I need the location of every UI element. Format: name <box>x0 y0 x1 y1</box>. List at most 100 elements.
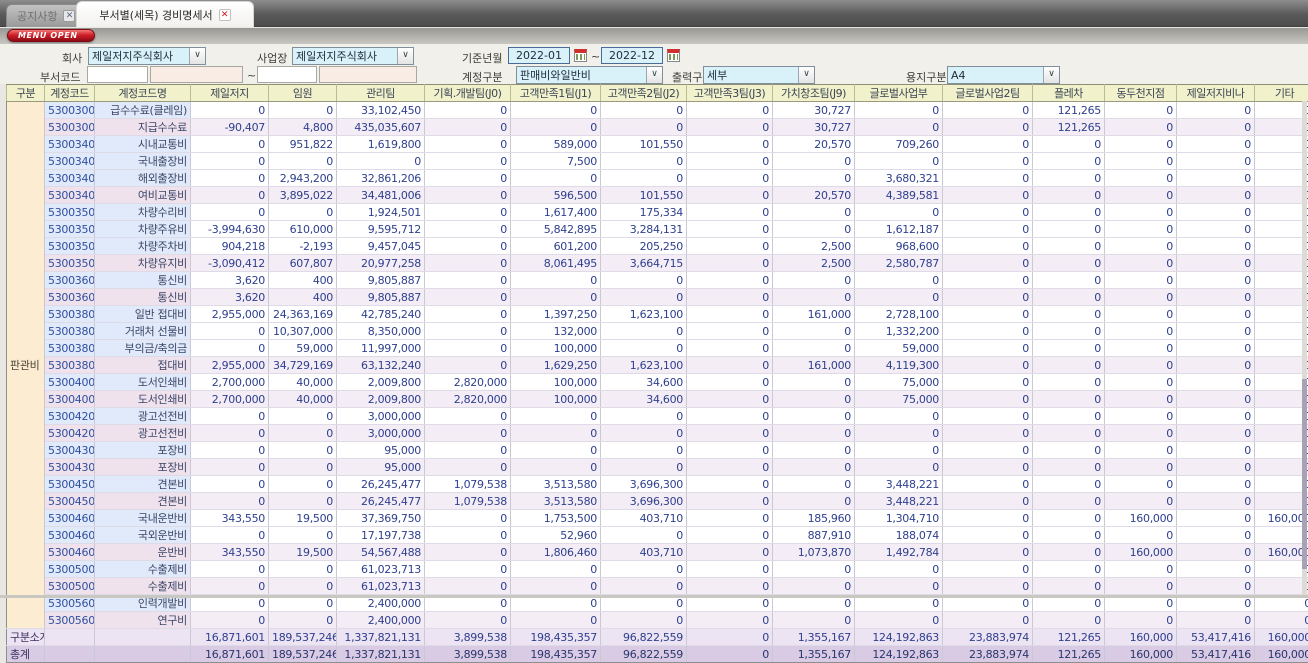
account-code-cell: 53004602 <box>45 527 95 544</box>
amount-cell: 0 <box>943 510 1033 527</box>
subtotal-row[interactable]: 구분소계16,871,601189,537,2461,337,821,1313,… <box>7 629 1308 646</box>
amount-cell: 403,710 <box>601 544 687 561</box>
chevron-down-icon: ∨ <box>397 48 413 64</box>
column-header[interactable]: 기타 <box>1255 85 1308 102</box>
amount-cell: 1,337,821,131 <box>337 646 425 663</box>
amount-cell: 0 <box>191 340 269 357</box>
amount-cell: 7,500 <box>511 153 601 170</box>
table-row[interactable]: 53003803부의금/축의금059,00011,997,0000100,000… <box>7 340 1308 357</box>
amount-cell: 0 <box>943 425 1033 442</box>
amount-cell: 132,000 <box>511 323 601 340</box>
dept-name-to-input[interactable] <box>319 66 417 83</box>
column-header[interactable]: 고객만족1팀(J1) <box>511 85 601 102</box>
table-row[interactable]: 53004601국내운반비343,55019,50037,369,75001,7… <box>7 510 1308 527</box>
table-row[interactable]: 53004300포장비0095,00000000000000 <box>7 459 1308 476</box>
dept-code-to-input[interactable] <box>257 66 317 83</box>
column-header[interactable]: 제일저지 <box>191 85 269 102</box>
table-row[interactable]: 53004500견본비0026,245,4771,079,5383,513,58… <box>7 493 1308 510</box>
table-row[interactable]: 53003802거래처 선물비010,307,0008,350,0000132,… <box>7 323 1308 340</box>
amount-cell: 20,570 <box>773 136 855 153</box>
column-header[interactable]: 임원 <box>269 85 337 102</box>
account-code-cell: 53003403 <box>45 170 95 187</box>
table-row[interactable]: 53003502차량주유비-3,994,630610,0009,595,7120… <box>7 221 1308 238</box>
paper-type-select[interactable]: A4 ∨ <box>947 66 1060 84</box>
tab-expense-report[interactable]: 부서별(세목) 경비명세서 ✕ <box>76 1 254 27</box>
table-row[interactable]: 53003403해외출장비02,943,20032,861,206000003,… <box>7 170 1308 187</box>
table-row[interactable]: 53003400여비교통비03,895,02234,481,0060596,50… <box>7 187 1308 204</box>
table-row[interactable]: 53004200광고선전비003,000,00000000000000 <box>7 425 1308 442</box>
table-row[interactable]: 53003501차량수리비001,924,50101,617,400175,33… <box>7 204 1308 221</box>
column-header[interactable]: 고객만족2팀(J2) <box>601 85 687 102</box>
table-row[interactable]: 53004300포장비0095,00000000000000 <box>7 442 1308 459</box>
account-name-cell: 연구비 <box>95 612 191 629</box>
chevron-down-icon: ∨ <box>189 48 205 64</box>
column-header[interactable]: 계정코드명 <box>95 85 191 102</box>
table-row[interactable]: 53003402국내출장비00007,500000000000 <box>7 153 1308 170</box>
amount-cell: 0 <box>943 340 1033 357</box>
column-header[interactable]: 구분 <box>7 85 45 102</box>
dept-code-from-input[interactable] <box>87 66 148 83</box>
period-to-input[interactable]: 2022-12 <box>601 47 663 64</box>
table-row[interactable]: 53003801일반 접대비2,955,00024,363,16942,785,… <box>7 306 1308 323</box>
expense-table: 구분계정코드계정코드명제일저지임원관리팀기획.개발팀(J0)고객만족1팀(J1)… <box>6 84 1308 663</box>
account-type-select[interactable]: 판매비와일반비 ∨ <box>516 66 663 84</box>
site-select[interactable]: 제일저지주식회사 ∨ <box>292 47 414 65</box>
amount-cell: 0 <box>1177 340 1255 357</box>
table-row[interactable]: 53003401시내교통비0951,8221,619,8000589,00010… <box>7 136 1308 153</box>
column-header[interactable]: 가치창조팀(J9) <box>773 85 855 102</box>
tab-close-icon[interactable]: ✕ <box>219 9 231 21</box>
dept-name-from-input[interactable] <box>150 66 243 83</box>
amount-cell: 0 <box>687 493 773 510</box>
table-row[interactable]: 53004600운반비343,55019,50054,567,48801,806… <box>7 544 1308 561</box>
table-row[interactable]: 53004000도서인쇄비2,700,00040,0002,009,8002,8… <box>7 391 1308 408</box>
column-header[interactable]: 계정코드 <box>45 85 95 102</box>
table-row[interactable]: 53003000지급수수료-90,4074,800435,035,6070000… <box>7 119 1308 136</box>
table-row[interactable]: 53005000수출제비0061,023,71300000000000 <box>7 578 1308 595</box>
table-row[interactable]: 53004500견본비0026,245,4771,079,5383,513,58… <box>7 476 1308 493</box>
calendar-icon[interactable] <box>667 49 680 62</box>
table-row[interactable]: 53003503차량주차비904,218-2,1939,457,0450601,… <box>7 238 1308 255</box>
table-row[interactable]: 53004602국외운반비0017,197,738052,96000887,91… <box>7 527 1308 544</box>
table-row[interactable]: 53003500차량유지비-3,090,412607,80720,977,258… <box>7 255 1308 272</box>
period-from-input[interactable]: 2022-01 <box>508 47 570 64</box>
table-row[interactable]: 53003800접대비2,955,00034,729,16963,132,240… <box>7 357 1308 374</box>
scrollbar-thumb[interactable] <box>1302 379 1307 569</box>
total-row[interactable]: 총계16,871,601189,537,2461,337,821,1313,89… <box>7 646 1308 663</box>
amount-cell: 0 <box>943 374 1033 391</box>
column-header[interactable]: 글로벌사업부 <box>855 85 943 102</box>
table-row[interactable]: 53004000도서인쇄비2,700,00040,0002,009,8002,8… <box>7 374 1308 391</box>
table-row[interactable]: 53003601통신비3,6204009,805,88700000000000 <box>7 272 1308 289</box>
amount-cell: 0 <box>687 170 773 187</box>
column-header[interactable]: 글로벌사업2팀 <box>943 85 1033 102</box>
column-header[interactable]: 동두천지점 <box>1105 85 1177 102</box>
amount-cell: 0 <box>773 323 855 340</box>
table-row[interactable]: 53005600연구비002,400,00000000000000 <box>7 612 1308 629</box>
menu-open-button[interactable]: MENU OPEN <box>7 29 95 42</box>
column-header[interactable]: 관리팀 <box>337 85 425 102</box>
column-header[interactable]: 플레차 <box>1033 85 1105 102</box>
output-type-select[interactable]: 세부 ∨ <box>703 66 815 84</box>
table-row[interactable]: 53004200광고선전비003,000,00000000000000 <box>7 408 1308 425</box>
column-header[interactable]: 기획.개발팀(J0) <box>425 85 511 102</box>
amount-cell: 435,035,607 <box>337 119 425 136</box>
amount-cell: 0 <box>511 561 601 578</box>
amount-cell: 0 <box>191 102 269 119</box>
table-row[interactable]: 53003600통신비3,6204009,805,88700000000000 <box>7 289 1308 306</box>
amount-cell: 3,284,131 <box>601 221 687 238</box>
amount-cell: 0 <box>1177 527 1255 544</box>
column-header[interactable]: 고객만족3팀(J3) <box>687 85 773 102</box>
vertical-scrollbar[interactable] <box>1302 101 1307 595</box>
amount-cell: 0 <box>511 289 601 306</box>
tab-close-icon[interactable]: ✕ <box>63 10 75 22</box>
company-select[interactable]: 제일저지주식회사 ∨ <box>88 47 206 65</box>
tab-notice[interactable]: 공지사항 ✕ <box>6 4 86 27</box>
amount-cell: 0 <box>425 238 511 255</box>
amount-cell: 0 <box>425 323 511 340</box>
table-row[interactable]: 판관비53003008급수수료(클레임)0033,102,450000030,7… <box>7 102 1308 119</box>
table-row[interactable]: 53005000수출제비0061,023,71300000000000 <box>7 561 1308 578</box>
amount-cell: 34,729,169 <box>269 357 337 374</box>
amount-cell: 589,000 <box>511 136 601 153</box>
amount-cell: 0 <box>191 493 269 510</box>
calendar-icon[interactable] <box>574 49 587 62</box>
column-header[interactable]: 제일저지비나 <box>1177 85 1255 102</box>
